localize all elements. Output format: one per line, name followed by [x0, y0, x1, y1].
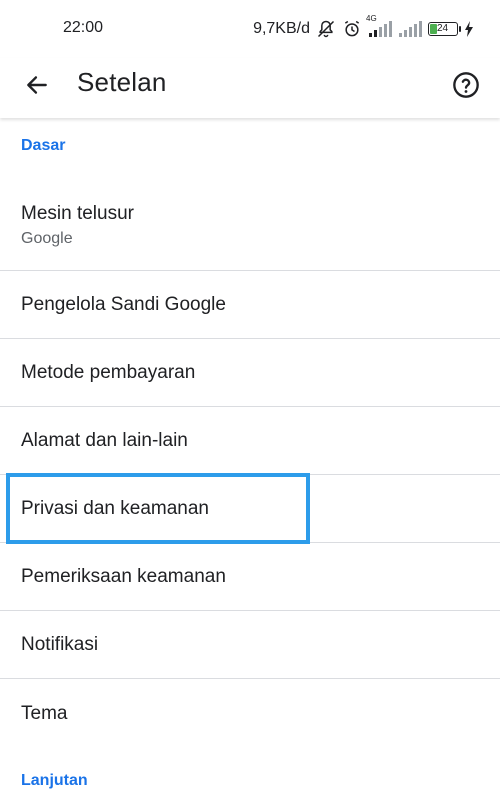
- arrow-left-icon: [24, 72, 50, 98]
- settings-item-theme[interactable]: Tema: [0, 679, 500, 747]
- status-bar: 22:00 9,7KB/d 4G 24: [0, 0, 500, 58]
- settings-item-label: Pemeriksaan keamanan: [21, 566, 226, 587]
- settings-item-payment-methods[interactable]: Metode pembayaran: [0, 339, 500, 407]
- network-speed: 9,7KB/d: [253, 20, 310, 37]
- status-time: 22:00: [63, 19, 104, 36]
- section-header-basic: Dasar: [21, 137, 66, 154]
- signal-icon: [398, 20, 422, 38]
- settings-item-search-engine[interactable]: Mesin telusur Google: [0, 188, 500, 271]
- help-button[interactable]: [449, 68, 483, 102]
- settings-item-safety-check[interactable]: Pemeriksaan keamanan: [0, 543, 500, 611]
- battery-fill: [430, 24, 437, 34]
- status-icons: 9,7KB/d 4G 24: [253, 14, 474, 42]
- highlight-box: [6, 473, 310, 544]
- network-type: 4G: [366, 14, 377, 23]
- settings-item-label: Alamat dan lain-lain: [21, 430, 188, 451]
- back-button[interactable]: [20, 68, 54, 102]
- settings-item-label: Notifikasi: [21, 634, 99, 655]
- settings-item-notifications[interactable]: Notifikasi: [0, 611, 500, 679]
- page-title: Setelan: [77, 67, 167, 97]
- battery-level: 24: [437, 23, 449, 34]
- settings-item-label: Metode pembayaran: [21, 362, 196, 383]
- settings-item-sublabel: Google: [21, 230, 73, 247]
- settings-item-password-manager[interactable]: Pengelola Sandi Google: [0, 271, 500, 339]
- settings-item-label: Mesin telusur: [21, 203, 134, 224]
- settings-item-addresses[interactable]: Alamat dan lain-lain: [0, 407, 500, 475]
- app-bar: Setelan: [0, 58, 500, 118]
- charging-icon: [464, 21, 474, 37]
- section-header-advanced: Lanjutan: [21, 772, 88, 789]
- notifications-off-icon: [316, 19, 336, 39]
- signal-icon: 4G: [366, 14, 392, 38]
- settings-item-label: Pengelola Sandi Google: [21, 294, 226, 315]
- alarm-icon: [342, 19, 362, 39]
- battery-icon: 24: [428, 22, 461, 36]
- help-circle-icon: [452, 71, 480, 99]
- settings-item-label: Tema: [21, 703, 68, 724]
